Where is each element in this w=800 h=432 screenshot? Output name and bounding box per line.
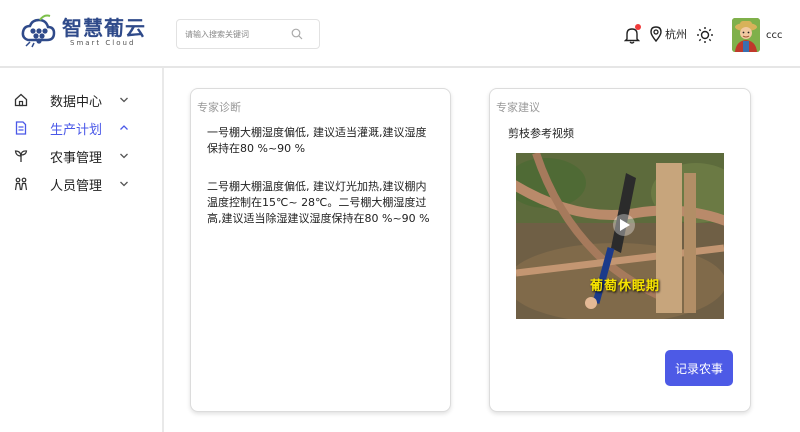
brand-logo[interactable]: 智慧葡云 Smart Cloud	[18, 12, 146, 52]
card-title: 专家建议	[496, 101, 540, 114]
brand-subtitle: Smart Cloud	[70, 39, 136, 47]
chevron-down-icon	[120, 153, 128, 159]
sidebar-item-label: 农事管理	[50, 150, 103, 166]
grape-cloud-logo-icon	[18, 12, 58, 52]
chevron-down-icon	[120, 97, 128, 103]
search-box	[176, 19, 320, 49]
sidebar-item-label: 人员管理	[50, 178, 103, 194]
search-icon[interactable]	[291, 28, 303, 40]
brand-name: 智慧葡云	[62, 16, 146, 40]
location-selector[interactable]: 杭州	[650, 26, 687, 42]
sun-icon[interactable]	[696, 26, 714, 44]
sidebar-item-label: 生产计划	[50, 122, 103, 138]
record-farming-button[interactable]: 记录农事	[665, 350, 733, 386]
sidebar-item-data-center[interactable]: 数据中心	[0, 86, 162, 114]
video-title: 剪枝参考视频	[508, 127, 574, 140]
diagnosis-paragraph: 一号棚大棚湿度偏低, 建议适当灌溉,建议湿度保持在80 %~90 %	[207, 126, 427, 155]
chevron-up-icon	[120, 125, 128, 130]
video-thumbnail	[516, 153, 724, 319]
pruning-video[interactable]: 葡萄休眠期	[516, 153, 724, 319]
notification-dot	[635, 24, 641, 30]
expert-advice-card: 专家建议 剪枝参考视频 葡萄休眠期 记录农事	[489, 88, 751, 412]
people-icon	[14, 177, 28, 191]
chevron-down-icon	[120, 181, 128, 187]
location-pin-icon	[650, 26, 662, 42]
sprout-icon	[14, 150, 28, 162]
video-caption: 葡萄休眠期	[590, 279, 661, 294]
sidebar-item-production-plan[interactable]: 生产计划	[0, 114, 162, 142]
user-name[interactable]: ccc	[766, 30, 783, 41]
app-root: 智慧葡云 Smart Cloud 请输入搜索关键词 杭州 ccc 数据中心 生产…	[0, 0, 800, 432]
sidebar-item-staff-management[interactable]: 人员管理	[0, 170, 162, 198]
sidebar-item-farm-management[interactable]: 农事管理	[0, 142, 162, 170]
expert-diagnosis-card: 专家诊断 一号棚大棚湿度偏低, 建议适当灌溉,建议湿度保持在80 %~90 % …	[190, 88, 451, 412]
home-icon	[14, 93, 28, 107]
sidebar: 数据中心 生产计划 农事管理 人员管理	[0, 68, 164, 432]
search-input[interactable]	[185, 29, 289, 39]
location-name: 杭州	[665, 28, 687, 41]
bell-icon[interactable]	[623, 24, 641, 44]
card-title: 专家诊断	[197, 101, 241, 114]
diagnosis-paragraph: 二号棚大棚温度偏低, 建议灯光加热,建议棚内温度控制在15℃~ 28℃。二号棚大…	[207, 180, 430, 225]
top-header: 智慧葡云 Smart Cloud 请输入搜索关键词 杭州 ccc	[0, 0, 800, 68]
avatar[interactable]	[732, 18, 760, 52]
sidebar-item-label: 数据中心	[50, 94, 103, 110]
document-icon	[15, 121, 27, 135]
